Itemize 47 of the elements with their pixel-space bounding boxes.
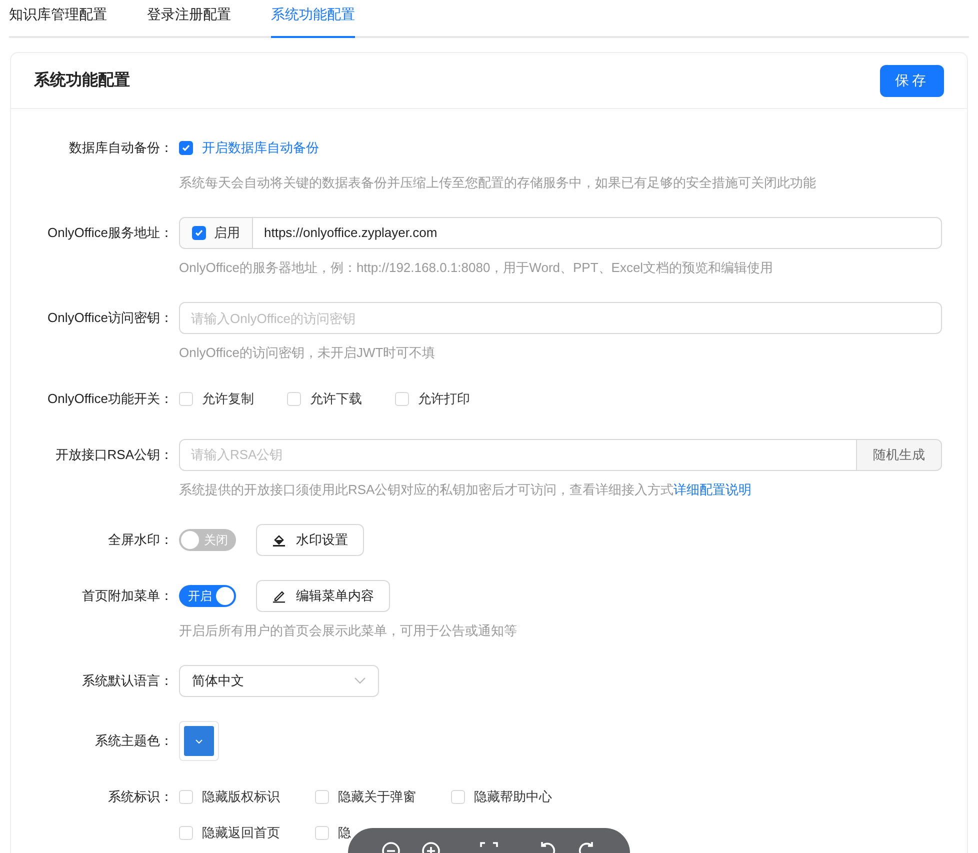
save-button[interactable]: 保存 (880, 64, 944, 96)
chevron-down-icon (354, 677, 366, 685)
field-label: 开放接口RSA公钥： (55, 446, 173, 464)
hint-text: OnlyOffice的访问密钥，未开启JWT时可不填 (179, 344, 436, 362)
tab[interactable]: 登录注册配置 (147, 0, 231, 38)
settings-button[interactable]: 水印设置 (256, 524, 364, 556)
checkbox[interactable] (179, 141, 193, 155)
tab[interactable]: 知识库管理配置 (9, 0, 107, 38)
generate-button[interactable]: 随机生成 (857, 439, 942, 471)
field-label: 全屏水印： (108, 531, 173, 550)
hint-link[interactable]: 详细配置说明 (674, 480, 752, 500)
rsa-key-field[interactable]: 请输入RSA公钥 (179, 439, 857, 471)
checkbox-option[interactable]: 隐藏版权标识 (179, 785, 280, 809)
checkbox-option[interactable]: 隐藏帮助中心 (451, 785, 552, 809)
checkbox-option[interactable]: 允许复制 (179, 387, 254, 411)
hint-text: 系统提供的开放接口须使用此RSA公钥对应的私钥加密后才可访问，查看详细接入方式 (179, 481, 674, 499)
checkbox-option[interactable]: 隐 (315, 821, 351, 845)
checkbox-option[interactable]: 隐藏关于弹窗 (315, 785, 416, 809)
checkbox[interactable] (192, 226, 206, 240)
toggle-switch[interactable]: 开启 (179, 585, 236, 607)
url-field[interactable]: https://onlyoffice.zyplayer.com (253, 217, 942, 249)
paint-bucket-icon (272, 533, 286, 547)
field-label: OnlyOffice访问密钥： (48, 309, 173, 328)
checkbox-option[interactable]: 允许打印 (395, 387, 470, 411)
key-field[interactable]: 请输入OnlyOffice的访问密钥 (179, 302, 942, 334)
enable-label: 启用 (214, 224, 240, 242)
check-icon (194, 228, 204, 238)
check-icon (181, 143, 191, 153)
hint-text: 开启后所有用户的首页会展示此菜单，可用于公告或通知等 (179, 622, 517, 640)
hint-text: 系统每天会自动将关键的数据表备份并压缩上传至您配置的存储服务中，如果已有足够的安全措施可关闭此功能 (179, 174, 816, 192)
pencil-icon (272, 589, 286, 603)
backup-checkbox-option[interactable]: 开启数据库自动备份 (179, 132, 942, 164)
settings-button[interactable]: 编辑菜单内容 (256, 580, 390, 612)
enable-addon[interactable]: 启用 (179, 217, 253, 249)
field-label: 系统标识： (108, 788, 173, 806)
checkbox-option[interactable]: 隐藏返回首页 (179, 821, 280, 845)
card-title: 系统功能配置 (34, 70, 130, 90)
field-label: 首页附加菜单： (82, 587, 173, 606)
field-label: OnlyOffice功能开关： (48, 390, 173, 408)
field-label: 系统主题色： (95, 732, 173, 750)
tab[interactable]: 系统功能配置 (271, 0, 355, 38)
field-label: OnlyOffice服务地址： (48, 224, 173, 242)
checkbox-option[interactable]: 允许下载 (287, 387, 362, 411)
hint-text: OnlyOffice的服务器地址，例：http://192.168.0.1:8080，用于Word、PPT、Excel文档的预览和编辑使用 (179, 259, 774, 277)
field-label: 系统默认语言： (82, 672, 173, 690)
field-label: 数据库自动备份： (69, 139, 173, 158)
language-select[interactable]: 简体中文 (179, 665, 379, 697)
